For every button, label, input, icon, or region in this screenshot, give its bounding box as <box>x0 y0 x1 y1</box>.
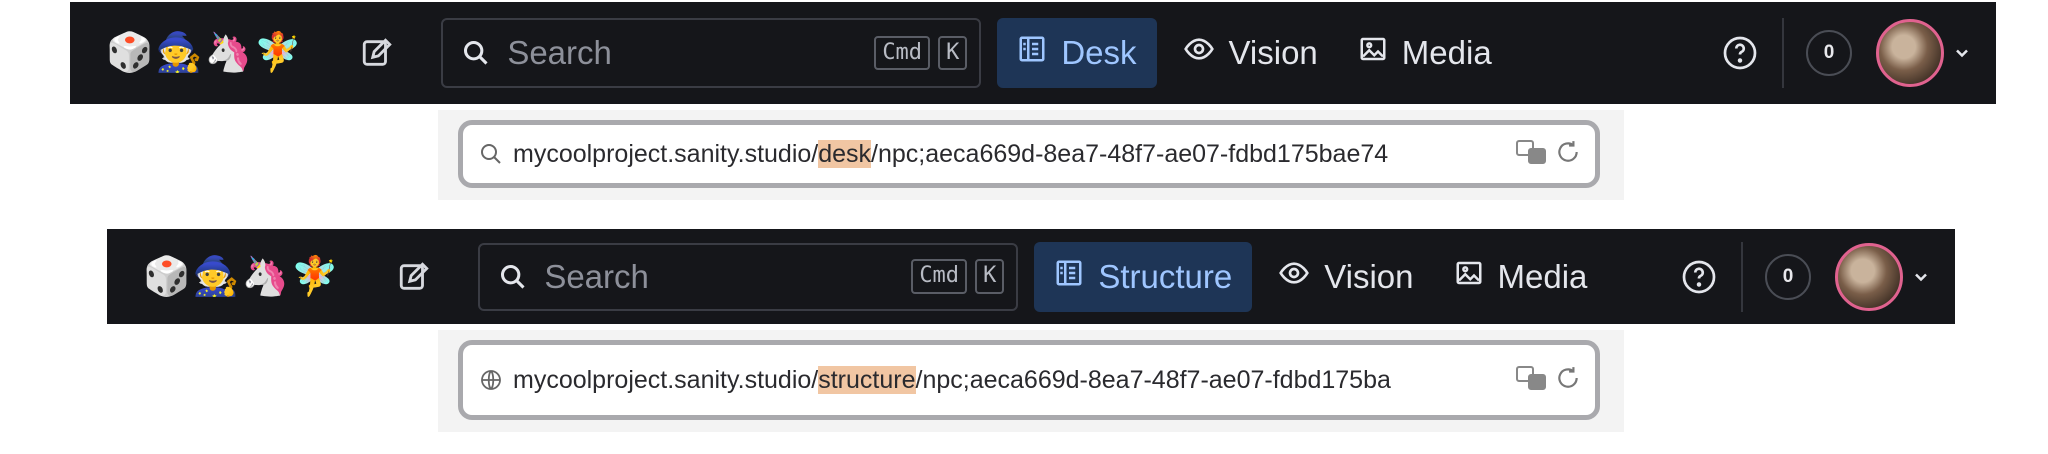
address-bar[interactable]: mycoolproject.sanity.studio/desk/npc;aec… <box>458 120 1600 188</box>
dice-emoji: 🎲 <box>106 32 154 74</box>
search-placeholder: Search <box>507 34 612 71</box>
workspace-logo[interactable]: 🎲 🧙 🦄 🧚 <box>143 258 338 296</box>
reload-icon[interactable] <box>1555 139 1581 170</box>
tool-label: Media <box>1497 257 1588 295</box>
layout-icon <box>1054 258 1084 296</box>
k-key: K <box>938 35 968 71</box>
url-suffix: /npc;aeca669d-8ea7-48f7-ae07-fdbd175ba <box>915 365 1391 394</box>
studio-navbar-structure: 🎲 🧙 🦄 🧚 Search Cmd K Structure Vision Me… <box>107 229 1955 324</box>
compose-icon[interactable] <box>392 255 436 299</box>
url-text: mycoolproject.sanity.studio/desk/npc;aec… <box>513 139 1507 169</box>
url-suffix: /npc;aeca669d-8ea7-48f7-ae07-fdbd175bae7… <box>871 139 1389 168</box>
help-icon[interactable] <box>1720 33 1760 73</box>
image-icon <box>1454 258 1484 296</box>
fairy-emoji: 🧚 <box>290 255 339 298</box>
compose-icon[interactable] <box>355 31 399 75</box>
unicorn-emoji: 🦄 <box>241 255 289 298</box>
search-icon <box>496 260 530 294</box>
reload-icon[interactable] <box>1555 365 1581 396</box>
tool-desk[interactable]: Desk <box>997 18 1157 88</box>
tool-vision[interactable]: Vision <box>1163 18 1338 88</box>
search-icon <box>459 36 493 70</box>
browser-address-area: mycoolproject.sanity.studio/desk/npc;aec… <box>438 110 1624 200</box>
chevron-down-icon[interactable] <box>1950 41 1974 65</box>
tool-label: Vision <box>1324 257 1414 295</box>
layout-icon <box>1017 34 1047 72</box>
url-text: mycoolproject.sanity.studio/structure/np… <box>513 365 1507 395</box>
address-bar[interactable]: mycoolproject.sanity.studio/structure/np… <box>458 340 1600 420</box>
browser-address-area: mycoolproject.sanity.studio/structure/np… <box>438 330 1624 432</box>
url-highlight: desk <box>818 139 872 168</box>
eye-icon <box>1183 33 1215 73</box>
avatar[interactable] <box>1876 19 1944 87</box>
mage-emoji: 🧙 <box>192 255 240 298</box>
cmd-key: Cmd <box>911 259 968 294</box>
fairy-emoji: 🧚 <box>253 32 302 74</box>
chevron-down-icon[interactable] <box>1909 265 1933 289</box>
url-prefix: mycoolproject.sanity.studio/ <box>513 365 819 394</box>
tool-structure[interactable]: Structure <box>1034 241 1253 312</box>
eye-icon <box>1278 257 1310 297</box>
url-prefix: mycoolproject.sanity.studio/ <box>513 139 819 168</box>
tool-label: Structure <box>1098 257 1233 295</box>
url-highlight: structure <box>818 365 916 394</box>
mage-emoji: 🧙 <box>155 32 203 74</box>
cmd-key: Cmd <box>874 35 931 71</box>
search-placeholder: Search <box>544 257 649 295</box>
tool-media[interactable]: Media <box>1338 18 1512 88</box>
translate-icon[interactable] <box>1515 139 1547 170</box>
tool-media[interactable]: Media <box>1434 242 1608 312</box>
notification-badge[interactable]: 0 <box>1765 253 1811 300</box>
search-box[interactable]: Search Cmd K <box>478 242 1019 311</box>
k-key: K <box>975 259 1005 294</box>
image-icon <box>1358 34 1388 72</box>
search-icon <box>477 140 505 168</box>
divider <box>1741 241 1743 312</box>
help-icon[interactable] <box>1679 257 1719 297</box>
dice-emoji: 🎲 <box>143 255 191 298</box>
notification-badge[interactable]: 0 <box>1806 30 1852 76</box>
unicorn-emoji: 🦄 <box>204 32 252 74</box>
studio-navbar-desk: 🎲 🧙 🦄 🧚 Search Cmd K Desk Vision Media 0 <box>70 2 1996 104</box>
workspace-logo[interactable]: 🎲 🧙 🦄 🧚 <box>106 34 301 72</box>
translate-icon[interactable] <box>1515 365 1547 396</box>
tool-label: Vision <box>1228 34 1318 71</box>
divider <box>1782 18 1784 88</box>
tool-label: Desk <box>1061 34 1137 71</box>
tool-vision[interactable]: Vision <box>1258 242 1433 312</box>
search-box[interactable]: Search Cmd K <box>441 18 982 88</box>
avatar[interactable] <box>1835 242 1903 311</box>
globe-icon <box>477 366 505 394</box>
tool-label: Media <box>1401 34 1492 71</box>
